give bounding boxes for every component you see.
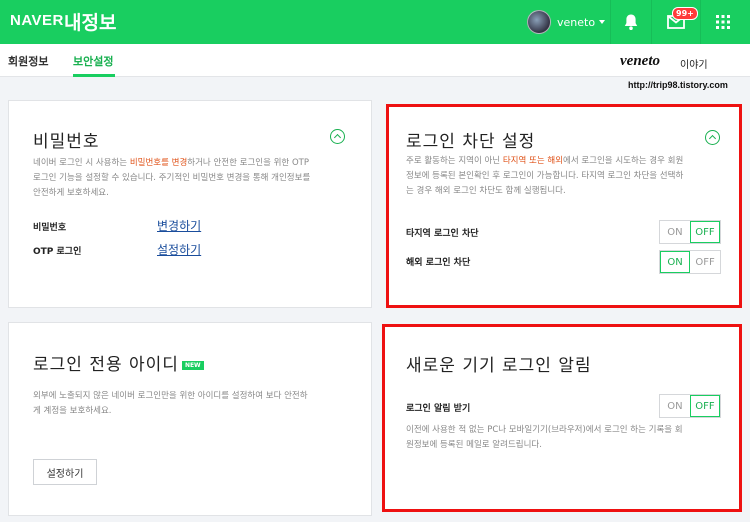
desc-text: 원정보에 등록된 메일로 알려드립니다. [406, 440, 542, 450]
tab-security-settings[interactable]: 보안설정 [73, 53, 113, 69]
collapse-button[interactable] [705, 130, 720, 145]
user-menu[interactable]: veneto [527, 9, 606, 35]
overseas-block-toggle: ON OFF [659, 250, 721, 274]
login-alert-toggle: ON OFF [659, 394, 721, 418]
desc-text: 게 계정을 보호하세요. [33, 406, 112, 416]
card-title: 로그인 전용 아이디 NEW [33, 350, 204, 375]
desc-text: 안전하게 보호하세요. [33, 188, 109, 198]
apps-menu-button[interactable] [701, 0, 745, 44]
login-alert-off-button[interactable]: OFF [689, 395, 720, 417]
notification-button[interactable] [611, 0, 651, 44]
watermark-url: http://trip98.tistory.com [628, 80, 728, 90]
desc-text: 이전에 사용한 적 없는 PC나 모바일기기(브라우저)에서 로그인 하는 기록… [406, 425, 683, 435]
otp-login-label: OTP 로그인 [33, 247, 82, 257]
change-password-link[interactable]: 변경하기 [157, 217, 201, 234]
watermark-name: veneto [620, 53, 660, 69]
setup-dedicated-id-button[interactable]: 설정하기 [33, 459, 97, 485]
page-title[interactable]: 내정보 [64, 8, 116, 35]
password-card: 비밀번호 네이버 로그인 시 사용하는 비밀번호를 변경하거나 안전한 로그인을… [8, 100, 372, 308]
region-block-toggle: ON OFF [659, 220, 721, 244]
card-description: 네이버 로그인 시 사용하는 비밀번호를 변경하거나 안전한 로그인을 위한 O… [33, 156, 363, 201]
card-title: 비밀번호 [33, 132, 100, 152]
overseas-block-off-button[interactable]: OFF [690, 251, 720, 273]
login-alert-label: 로그인 알림 받기 [406, 404, 471, 414]
tab-member-info[interactable]: 회원정보 [8, 53, 48, 69]
desc-highlight: 비밀번호를 변경 [129, 158, 188, 168]
desc-text: 주로 활동하는 지역이 아닌 [406, 156, 503, 166]
desc-text: 하거나 안전한 로그인을 위한 OTP [187, 158, 309, 168]
collapse-button[interactable] [330, 129, 345, 144]
setup-otp-link[interactable]: 설정하기 [157, 241, 201, 258]
region-block-off-button[interactable]: OFF [689, 221, 720, 243]
dedicated-login-id-card: 로그인 전용 아이디 NEW 외부에 노출되지 않은 네이버 로그인만을 위한 아… [8, 322, 372, 516]
desc-text: 로그인 기능을 설정할 수 있습니다. 주기적인 비밀번호 변경을 통해 개인정… [33, 173, 311, 183]
new-device-alert-card: 새로운 기기 로그인 알림 로그인 알림 받기 ON OFF 이전에 사용한 적… [382, 324, 742, 512]
desc-text: 는 경우 해외 로그인 차단도 함께 실행됩니다. [406, 186, 566, 196]
card-title: 새로운 기기 로그인 알림 [406, 356, 592, 376]
desc-text: 네이버 로그인 시 사용하는 [33, 158, 130, 168]
region-block-label: 타지역 로그인 차단 [406, 229, 479, 239]
naver-logo[interactable]: NAVER [10, 12, 64, 29]
card-description: 외부에 노출되지 않은 네이버 로그인만을 위한 아이디를 설정하여 보다 안전… [33, 389, 363, 419]
card-description: 이전에 사용한 적 없는 PC나 모바일기기(브라우저)에서 로그인 하는 기록… [406, 423, 738, 453]
chevron-down-icon [599, 20, 606, 24]
login-alert-on-button[interactable]: ON [660, 395, 690, 417]
grid-icon [716, 15, 730, 29]
card-description: 주로 활동하는 지역이 아닌 타지역 또는 해외에서 로그인을 시도하는 경우 … [406, 154, 742, 199]
username: veneto [557, 15, 596, 29]
password-label: 비밀번호 [33, 223, 67, 233]
chevron-up-icon [708, 134, 717, 143]
login-block-card: 로그인 차단 설정 주로 활동하는 지역이 아닌 타지역 또는 해외에서 로그인… [386, 104, 742, 308]
mail-count-badge: 99+ [672, 7, 698, 20]
desc-text: 외부에 노출되지 않은 네이버 로그인만을 위한 아이디를 설정하여 보다 안전… [33, 391, 308, 401]
new-badge: NEW [181, 360, 204, 370]
overseas-block-label: 해외 로그인 차단 [406, 258, 471, 268]
active-tab-indicator [73, 74, 115, 77]
top-bar: NAVER 내정보 veneto 99+ [0, 0, 750, 44]
desc-text: 에서 로그인을 시도하는 경우 회원 [563, 156, 684, 166]
desc-text: 정보에 등록된 본인확인 후 로그인이 가능합니다. 타지역 로그인 차단을 선… [406, 171, 684, 181]
card-title: 로그인 차단 설정 [406, 132, 536, 152]
avatar [527, 10, 551, 34]
card-title-text: 로그인 전용 아이디 [33, 355, 179, 375]
overseas-block-on-button[interactable]: ON [660, 251, 691, 273]
chevron-up-icon [333, 133, 342, 142]
watermark-suffix: 이야기 [680, 60, 708, 71]
bell-icon [624, 14, 638, 30]
region-block-on-button[interactable]: ON [660, 221, 690, 243]
desc-highlight: 타지역 또는 해외 [502, 156, 563, 166]
